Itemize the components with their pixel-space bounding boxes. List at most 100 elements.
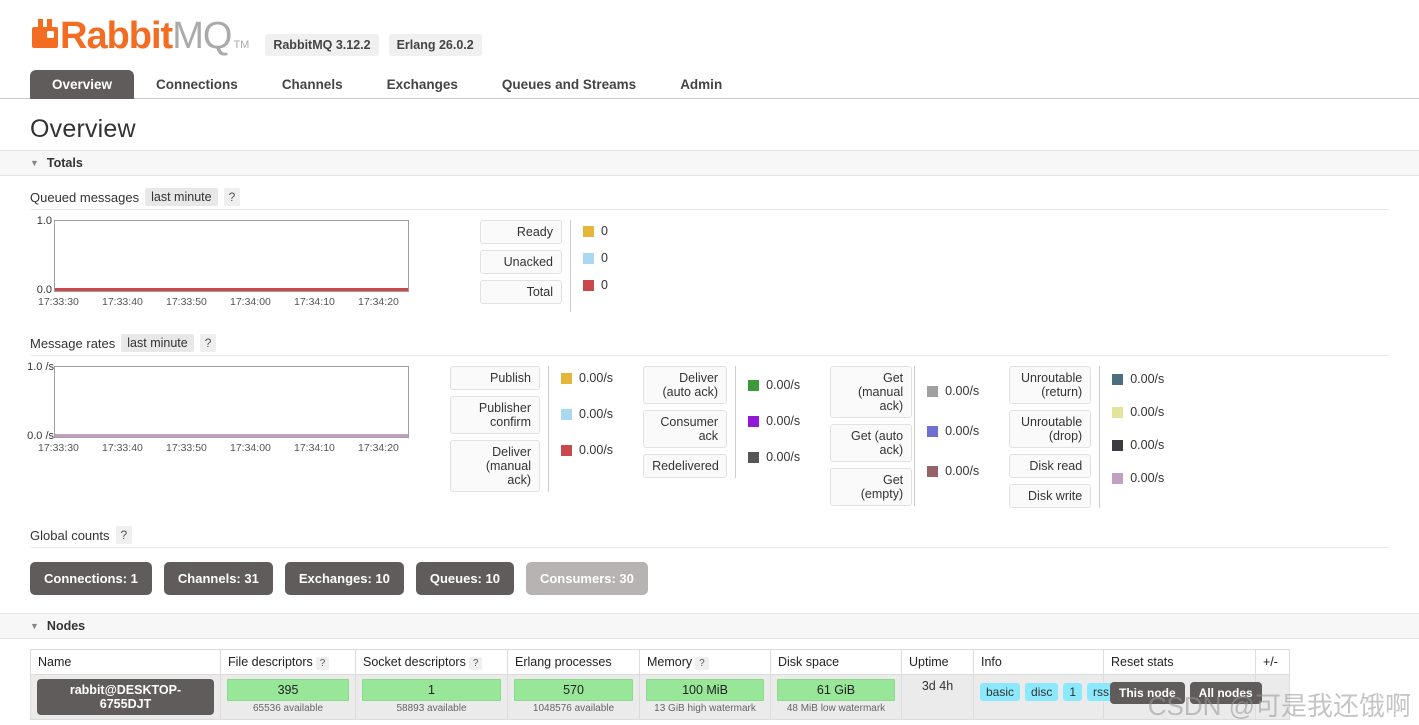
legend-value-get-auto-ack: 0.00/s xyxy=(927,424,979,438)
rates-x-tick-2: 17:33:50 xyxy=(166,442,207,454)
main-navigation-tabs: Overview Connections Channels Exchanges … xyxy=(0,70,1419,99)
section-header-nodes[interactable]: ▼ Nodes xyxy=(0,613,1419,639)
info-badge-basic[interactable]: basic xyxy=(980,683,1021,701)
col-socket-descriptors-help-icon[interactable]: ? xyxy=(468,657,483,670)
col-name[interactable]: Name xyxy=(30,649,221,675)
message-rates-help-icon[interactable]: ? xyxy=(199,334,217,352)
tab-channels[interactable]: Channels xyxy=(260,70,365,99)
file-descriptors-note: 65536 available xyxy=(252,703,324,714)
swatch-redelivered-icon xyxy=(748,451,760,463)
legend-value-unroutable-drop: 0.00/s xyxy=(1112,405,1164,419)
legend-name-publish[interactable]: Publish xyxy=(450,366,540,390)
col-socket-descriptors[interactable]: Socket descriptors? xyxy=(355,649,508,675)
logo-text-mq: MQ xyxy=(172,15,232,57)
col-disk-space[interactable]: Disk space xyxy=(770,649,902,675)
queued-x-tick-3: 17:34:00 xyxy=(230,296,271,308)
tab-queues-and-streams[interactable]: Queues and Streams xyxy=(480,70,658,99)
node-name-pill[interactable]: rabbit@DESKTOP-6755DJT xyxy=(37,679,214,715)
legend-name-unroutable-drop[interactable]: Unroutable (drop) xyxy=(1009,410,1092,448)
rates-legend-values-1: 0.00/s 0.00/s 0.00/s xyxy=(548,366,613,492)
message-rates-period-chip[interactable]: last minute xyxy=(121,334,194,352)
memory-value: 100 MiB xyxy=(646,679,764,701)
rates-x-tick-0: 17:33:30 xyxy=(38,442,79,454)
rabbitmq-logo[interactable]: RabbitMQ TM xyxy=(30,17,249,55)
message-rates-row: 1.0 /s 0.0 /s 17:33:30 17:33:40 17:33:50… xyxy=(0,356,1419,508)
col-socket-descriptors-label: Socket descriptors xyxy=(363,655,466,669)
legend-name-consumer-ack[interactable]: Consumer ack xyxy=(643,410,728,448)
logo-text-rabbit: Rabbit xyxy=(60,15,173,57)
col-toggle-columns-button[interactable]: +/- xyxy=(1255,649,1290,675)
count-badge-connections[interactable]: Connections: 1 xyxy=(30,562,152,595)
tab-exchanges[interactable]: Exchanges xyxy=(365,70,480,99)
legend-name-ready[interactable]: Ready xyxy=(480,220,562,244)
count-badge-exchanges[interactable]: Exchanges: 10 xyxy=(284,562,404,595)
socket-descriptors-value: 1 xyxy=(362,679,501,701)
tab-admin[interactable]: Admin xyxy=(658,70,744,99)
erlang-version-badge: Erlang 26.0.2 xyxy=(388,34,482,56)
queued-messages-help-icon[interactable]: ? xyxy=(223,188,241,206)
cell-erlang-processes: 570 1048576 available xyxy=(507,674,640,720)
rates-x-tick-5: 17:34:20 xyxy=(358,442,399,454)
message-rates-label: Message rates xyxy=(30,335,116,351)
reset-all-nodes-button[interactable]: All nodes xyxy=(1189,682,1262,704)
legend-name-publisher-confirm[interactable]: Publisher confirm xyxy=(450,396,540,434)
legend-name-disk-read[interactable]: Disk read xyxy=(1009,454,1092,478)
legend-name-deliver-auto-ack[interactable]: Deliver (auto ack) xyxy=(643,366,728,404)
info-badge-count[interactable]: 1 xyxy=(1063,683,1083,701)
legend-value-get-manual-ack-text: 0.00/s xyxy=(945,384,980,398)
nodes-table-header-row: Name File descriptors? Socket descriptor… xyxy=(30,649,1290,675)
legend-value-publish-text: 0.00/s xyxy=(579,371,614,385)
section-header-totals[interactable]: ▼ Totals xyxy=(0,150,1419,176)
col-uptime[interactable]: Uptime xyxy=(901,649,974,675)
col-reset-stats[interactable]: Reset stats xyxy=(1103,649,1256,675)
cell-node-name: rabbit@DESKTOP-6755DJT xyxy=(30,674,221,720)
legend-name-unacked[interactable]: Unacked xyxy=(480,250,562,274)
legend-name-get-empty[interactable]: Get (empty) xyxy=(830,468,913,506)
legend-value-get-auto-ack-text: 0.00/s xyxy=(945,424,980,438)
swatch-deliver-manual-ack-icon xyxy=(561,444,572,456)
legend-name-get-manual-ack[interactable]: Get (manual ack) xyxy=(830,366,913,418)
col-info[interactable]: Info xyxy=(973,649,1104,675)
tab-connections[interactable]: Connections xyxy=(134,70,260,99)
global-counts-help-icon[interactable]: ? xyxy=(115,526,133,544)
queued-messages-period-chip[interactable]: last minute xyxy=(145,188,218,206)
legend-name-deliver-manual-ack[interactable]: Deliver (manual ack) xyxy=(450,440,540,492)
queued-legend-values: 0 0 0 xyxy=(570,220,608,312)
swatch-deliver-auto-ack-icon xyxy=(748,379,760,391)
legend-name-unroutable-return[interactable]: Unroutable (return) xyxy=(1009,366,1092,404)
reset-this-node-button[interactable]: This node xyxy=(1110,682,1185,704)
legend-name-get-auto-ack[interactable]: Get (auto ack) xyxy=(830,424,913,462)
nodes-table-wrapper: Name File descriptors? Socket descriptor… xyxy=(0,649,1419,720)
swatch-get-manual-ack-icon xyxy=(927,385,939,397)
rates-chart-y-min: 0.0 /s xyxy=(27,430,54,442)
rates-legend-group-4: Unroutable (return) Unroutable (drop) Di… xyxy=(1009,366,1164,508)
legend-value-ready-text: 0 xyxy=(601,224,608,238)
rabbitmq-version-badge: RabbitMQ 3.12.2 xyxy=(265,34,379,56)
legend-value-unacked-text: 0 xyxy=(601,251,608,265)
rates-legend-names-4: Unroutable (return) Unroutable (drop) Di… xyxy=(1009,366,1092,508)
count-badge-channels[interactable]: Channels: 31 xyxy=(163,562,273,595)
col-erlang-processes[interactable]: Erlang processes xyxy=(507,649,640,675)
nodes-table: Name File descriptors? Socket descriptor… xyxy=(30,649,1290,720)
swatch-consumer-ack-icon xyxy=(748,415,760,427)
legend-name-redelivered[interactable]: Redelivered xyxy=(643,454,728,478)
tab-overview[interactable]: Overview xyxy=(30,70,135,99)
global-counts-label: Global counts xyxy=(30,527,110,543)
col-memory[interactable]: Memory? xyxy=(639,649,771,675)
legend-value-disk-write: 0.00/s xyxy=(1112,471,1164,485)
count-badge-queues[interactable]: Queues: 10 xyxy=(415,562,514,595)
rabbit-logo-icon xyxy=(30,18,58,48)
rates-legend-group-1: Publish Publisher confirm Deliver (manua… xyxy=(450,366,613,492)
queued-chart-series-total xyxy=(55,288,408,291)
legend-name-disk-write[interactable]: Disk write xyxy=(1009,484,1092,508)
legend-name-total[interactable]: Total xyxy=(480,280,562,304)
col-file-descriptors[interactable]: File descriptors? xyxy=(220,649,356,675)
global-counts-badges: Connections: 1 Channels: 31 Exchanges: 1… xyxy=(0,548,1419,595)
version-badges: RabbitMQ 3.12.2 Erlang 26.0.2 xyxy=(265,18,482,56)
rates-legend-values-4: 0.00/s 0.00/s 0.00/s 0.00/s xyxy=(1099,366,1164,508)
swatch-disk-write-icon xyxy=(1112,472,1124,484)
col-memory-help-icon[interactable]: ? xyxy=(695,657,709,670)
col-file-descriptors-help-icon[interactable]: ? xyxy=(315,657,330,670)
info-badge-disc[interactable]: disc xyxy=(1025,683,1059,701)
count-badge-consumers[interactable]: Consumers: 30 xyxy=(525,562,648,595)
